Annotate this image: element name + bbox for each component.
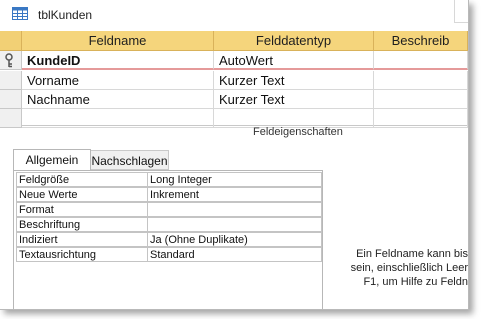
property-row[interactable]: Format xyxy=(16,202,322,217)
window-title: tblKunden xyxy=(38,8,93,22)
property-label: Indiziert xyxy=(16,232,148,247)
property-row[interactable]: Indiziert Ja (Ohne Duplikate) xyxy=(16,232,322,247)
property-label: Textausrichtung xyxy=(16,247,148,262)
field-design-grid: Feldname Felddatentyp Beschreib KundeID … xyxy=(0,31,468,128)
property-value-field[interactable]: Standard xyxy=(147,247,322,262)
table-row[interactable]: Nachname Kurzer Text xyxy=(0,90,468,109)
table-row[interactable]: KundeID AutoWert xyxy=(0,51,468,70)
property-row[interactable]: Textausrichtung Standard xyxy=(16,247,322,262)
property-label: Beschriftung xyxy=(16,217,148,232)
help-text: Ein Feldname kann bis sein, einschließli… xyxy=(338,247,468,289)
help-line: sein, einschließlich Leer xyxy=(350,262,468,274)
property-row[interactable]: Beschriftung xyxy=(16,217,322,232)
description-cell[interactable] xyxy=(374,71,468,90)
field-name-cell[interactable] xyxy=(22,109,214,128)
data-type-cell[interactable]: AutoWert xyxy=(214,51,374,70)
data-type-cell[interactable]: Kurzer Text xyxy=(214,71,374,90)
property-value-field[interactable] xyxy=(147,202,322,217)
property-value-field[interactable] xyxy=(147,217,322,232)
row-selector[interactable] xyxy=(0,109,22,128)
field-name-cell[interactable]: KundeID xyxy=(22,51,214,70)
primary-key-icon xyxy=(5,53,13,68)
data-type-cell[interactable]: Kurzer Text xyxy=(214,90,374,109)
property-label: Format xyxy=(16,202,148,217)
property-row[interactable]: Feldgröße Long Integer xyxy=(16,172,322,187)
property-value-field[interactable]: Long Integer xyxy=(147,172,322,187)
table-design-window: tblKunden Feldname Felddatentyp Beschrei… xyxy=(0,0,469,310)
table-row[interactable] xyxy=(0,109,468,128)
row-selector[interactable] xyxy=(0,71,22,90)
window-control[interactable] xyxy=(454,0,468,23)
description-cell[interactable] xyxy=(374,51,468,70)
description-cell[interactable] xyxy=(374,90,468,109)
field-name-cell[interactable]: Vorname xyxy=(22,71,214,90)
table-icon xyxy=(12,7,28,20)
title-bar: tblKunden xyxy=(0,0,468,30)
field-properties-label: Feldeigenschaften xyxy=(253,126,343,138)
property-value-field[interactable]: Ja (Ohne Duplikate) xyxy=(147,232,322,247)
help-line: F1, um Hilfe zu Feldn xyxy=(363,276,468,288)
table-row[interactable]: Vorname Kurzer Text xyxy=(0,71,468,90)
property-label: Feldgröße xyxy=(16,172,148,187)
help-line: Ein Feldname kann bis xyxy=(356,248,468,260)
row-selector[interactable] xyxy=(0,90,22,109)
column-header-data-type[interactable]: Felddatentyp xyxy=(214,31,374,51)
tab-general[interactable]: Allgemein xyxy=(13,149,91,171)
tab-lookup[interactable]: Nachschlagen xyxy=(91,150,169,170)
column-header-field-name[interactable]: Feldname xyxy=(22,31,214,51)
column-header-description[interactable]: Beschreib xyxy=(374,31,468,51)
property-value-field[interactable]: Inkrement xyxy=(147,187,322,202)
property-row[interactable]: Neue Werte Inkrement xyxy=(16,187,322,202)
row-selector[interactable] xyxy=(0,51,22,70)
field-name-cell[interactable]: Nachname xyxy=(22,90,214,109)
description-cell[interactable] xyxy=(374,109,468,128)
row-selector-header xyxy=(0,31,22,51)
property-label: Neue Werte xyxy=(16,187,148,202)
